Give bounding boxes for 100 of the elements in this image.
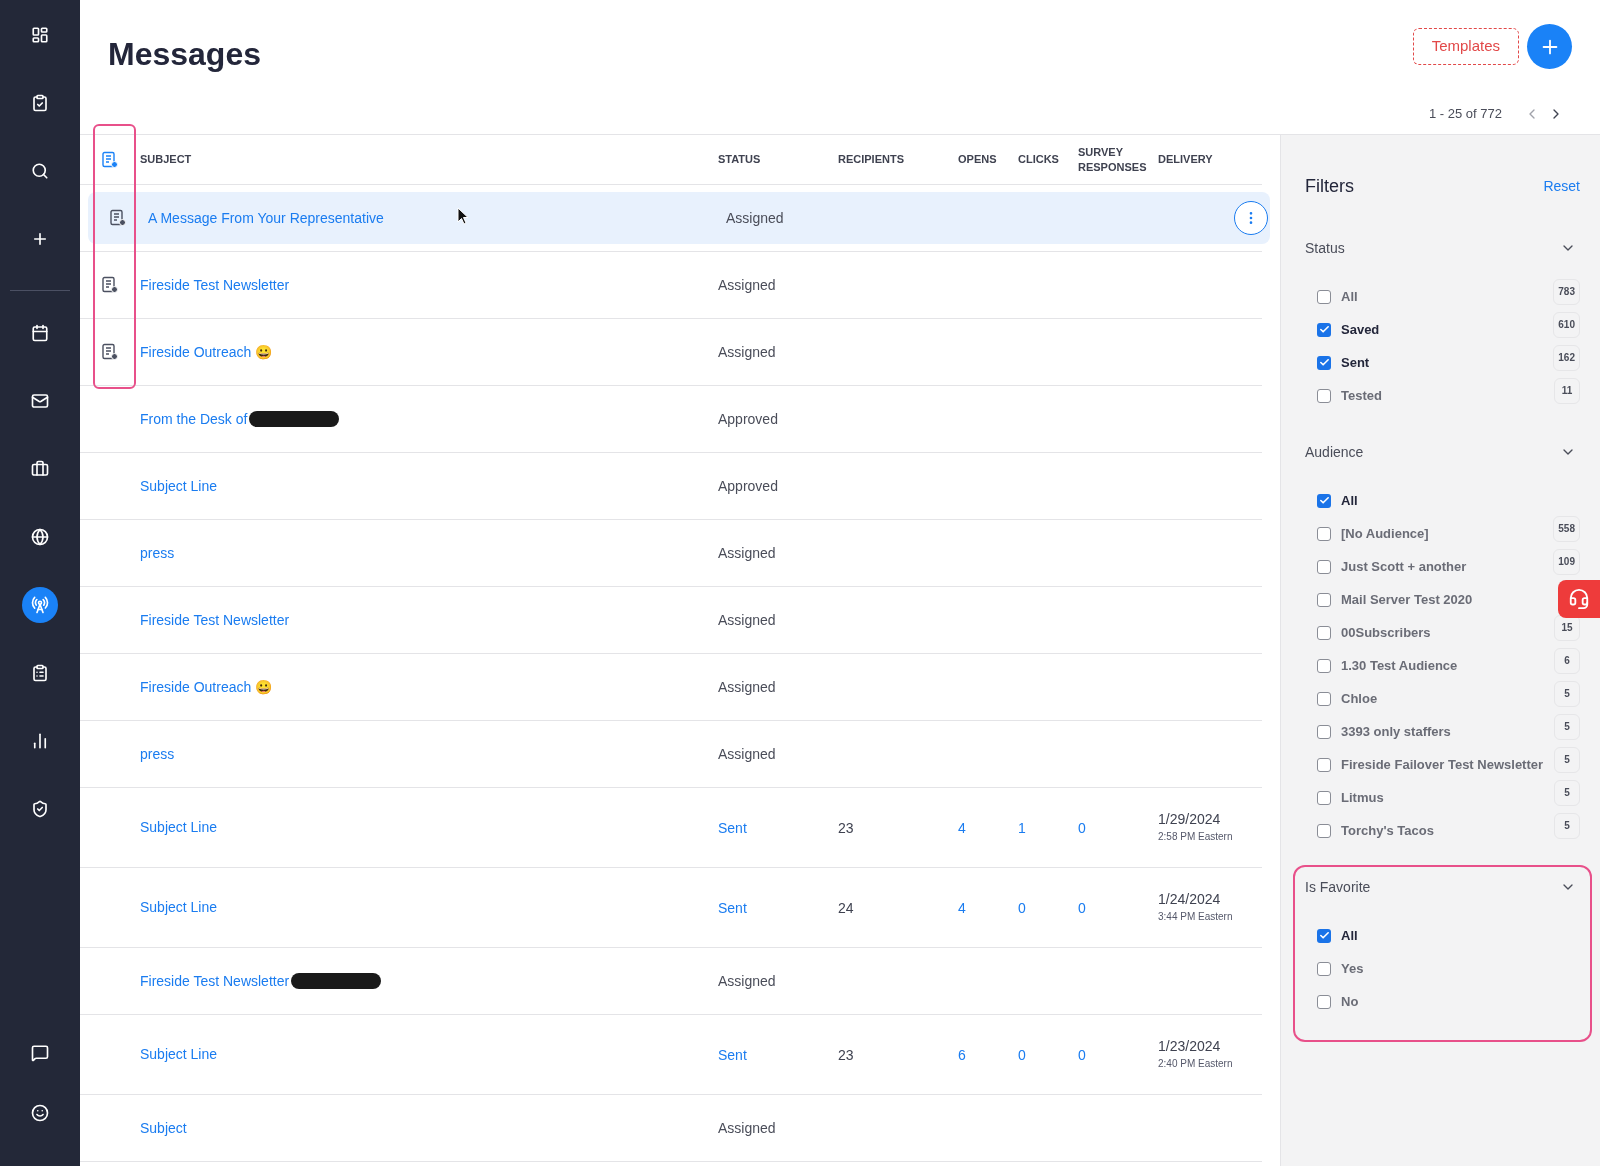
filter-option-label: 00Subscribers — [1341, 623, 1431, 642]
mail-icon — [31, 392, 49, 410]
subject-link[interactable]: From the Desk of — [140, 408, 248, 430]
checkbox[interactable] — [1317, 592, 1331, 607]
status-text: Approved — [718, 478, 778, 494]
subject-link[interactable]: Fireside Test Newsletter — [140, 609, 290, 631]
status-link[interactable]: Sent — [718, 1046, 747, 1063]
recipients-count: 23 — [838, 1046, 854, 1063]
subject-link[interactable]: Subject Line — [140, 817, 218, 838]
opens-link[interactable]: 4 — [958, 899, 966, 916]
checkbox[interactable] — [1317, 691, 1331, 706]
checkbox[interactable] — [1317, 961, 1331, 976]
opens-link[interactable]: 6 — [958, 1046, 966, 1063]
count-badge: 6 — [1554, 647, 1580, 674]
filter-option-label: Chloe — [1341, 689, 1378, 708]
clicks-link[interactable]: 0 — [1018, 1046, 1026, 1063]
table-row[interactable]: Subject Line Sent 24 4 0 0 1/24/2024 3:44 PM Eastern — [80, 868, 1262, 948]
reset-link[interactable]: Reset — [1543, 176, 1580, 197]
table-row[interactable]: Subject Line Sent 23 6 0 0 1/23/2024 2:40 PM Eastern — [80, 1015, 1262, 1095]
status-text: Assigned — [718, 1120, 776, 1136]
subject-link[interactable]: Fireside Outreach 😀 — [140, 341, 273, 363]
checkbox[interactable] — [1317, 823, 1331, 838]
count-badge: 5 — [1554, 812, 1580, 839]
filter-option-label: Tested — [1341, 386, 1382, 405]
status-text: Assigned — [718, 545, 776, 561]
table-row[interactable]: Fireside Test Newsletter Assigned — [80, 948, 1262, 1015]
table-row[interactable]: press Assigned — [80, 721, 1262, 788]
broadcast-icon — [31, 596, 49, 614]
recipients-count: 24 — [838, 899, 854, 916]
filter-option-label: All — [1341, 287, 1358, 306]
add-button[interactable] — [1527, 24, 1572, 69]
checkbox[interactable] — [1317, 559, 1331, 574]
filter-group-title: Audience — [1305, 442, 1364, 462]
subject-link[interactable]: press — [140, 542, 175, 564]
subject-link[interactable]: Subject Line — [140, 1044, 218, 1065]
filter-option-label: Just Scott + another — [1341, 557, 1467, 576]
status-text: Assigned — [718, 973, 776, 989]
subject-link[interactable]: Subject — [140, 1117, 187, 1139]
status-link[interactable]: Sent — [718, 819, 747, 836]
delivery-time: 3:44 PM Eastern — [1158, 909, 1233, 924]
count-badge: 109 — [1553, 548, 1580, 575]
clicks-link[interactable]: 0 — [1018, 899, 1026, 916]
support-button[interactable] — [1558, 580, 1600, 618]
checkbox[interactable] — [1317, 493, 1331, 508]
table-row[interactable]: Fireside Test Newsletter Assigned — [80, 587, 1262, 654]
column-header: SUBJECT — [140, 152, 193, 167]
survey-responses-link[interactable]: 0 — [1078, 1046, 1086, 1063]
table-row[interactable]: Subject Line Sent 23 4 1 0 1/29/2024 2:58 PM Eastern — [80, 788, 1262, 868]
table-row[interactable]: A Message From Your Representative Assigned — [80, 185, 1262, 252]
clicks-link[interactable]: 1 — [1018, 819, 1026, 836]
checkbox[interactable] — [1317, 724, 1331, 739]
pagination-text: 1 - 25 of 772 — [1429, 105, 1502, 123]
checkbox[interactable] — [1317, 928, 1331, 943]
checkbox[interactable] — [1317, 994, 1331, 1009]
checkbox[interactable] — [1317, 625, 1331, 640]
filter-group-title: Is Favorite — [1305, 877, 1371, 897]
checkbox[interactable] — [1317, 757, 1331, 772]
table-row[interactable]: Subject Line Approved — [80, 453, 1262, 520]
subject-link[interactable]: Subject Line — [140, 475, 218, 497]
checkbox[interactable] — [1317, 790, 1331, 805]
nav-button[interactable] — [22, 587, 58, 623]
filters-title: Filters — [1305, 175, 1354, 198]
status-text: Assigned — [718, 679, 776, 695]
survey-responses-link[interactable]: 0 — [1078, 899, 1086, 916]
survey-responses-link[interactable]: 0 — [1078, 819, 1086, 836]
status-text: Assigned — [718, 746, 776, 762]
opens-link[interactable]: 4 — [958, 819, 966, 836]
more-button[interactable] — [1234, 201, 1268, 235]
checkbox[interactable] — [1317, 526, 1331, 541]
subject-link[interactable]: Subject Line — [140, 897, 218, 918]
filter-option-label: [No Audience] — [1341, 524, 1429, 543]
table-row[interactable]: press Assigned — [80, 520, 1262, 587]
subject-link[interactable]: Fireside Test Newsletter — [140, 970, 290, 992]
column-header: CLICKS — [1018, 152, 1060, 167]
status-text: Assigned — [718, 344, 776, 360]
bar-chart-icon — [31, 732, 49, 750]
table-row[interactable]: Fireside Outreach 😀 Assigned — [80, 654, 1262, 721]
face-icon — [31, 1104, 49, 1122]
subject-link[interactable]: A Message From Your Representative — [148, 207, 384, 229]
status-link[interactable]: Sent — [718, 899, 747, 916]
headset-icon — [1568, 588, 1590, 610]
subject-link[interactable]: Fireside Test Newsletter — [140, 274, 290, 296]
checkbox[interactable] — [1317, 322, 1331, 337]
subject-link[interactable]: Fireside Outreach 😀 — [140, 676, 273, 698]
subject-link[interactable]: press — [140, 743, 175, 765]
delivery-date: 1/29/2024 — [1158, 811, 1221, 829]
globe-icon — [31, 528, 49, 546]
table-row[interactable]: From the Desk of Approved — [80, 386, 1262, 453]
cursor-icon — [457, 207, 469, 225]
document-icon — [101, 276, 119, 294]
checkbox[interactable] — [1317, 355, 1331, 370]
table-row[interactable]: Subject Assigned — [80, 1095, 1262, 1162]
checkbox[interactable] — [1317, 658, 1331, 673]
table-row[interactable]: Fireside Outreach 😀 Assigned — [80, 319, 1262, 386]
checkbox[interactable] — [1317, 388, 1331, 403]
checkbox[interactable] — [1317, 289, 1331, 304]
templates-button[interactable]: Templates — [1412, 28, 1519, 65]
filter-option-label: Torchy's Tacos — [1341, 821, 1434, 840]
table-row[interactable]: Fireside Test Newsletter Assigned — [80, 252, 1262, 319]
table-row-highlight[interactable]: A Message From Your Representative Assigned — [88, 192, 1270, 244]
